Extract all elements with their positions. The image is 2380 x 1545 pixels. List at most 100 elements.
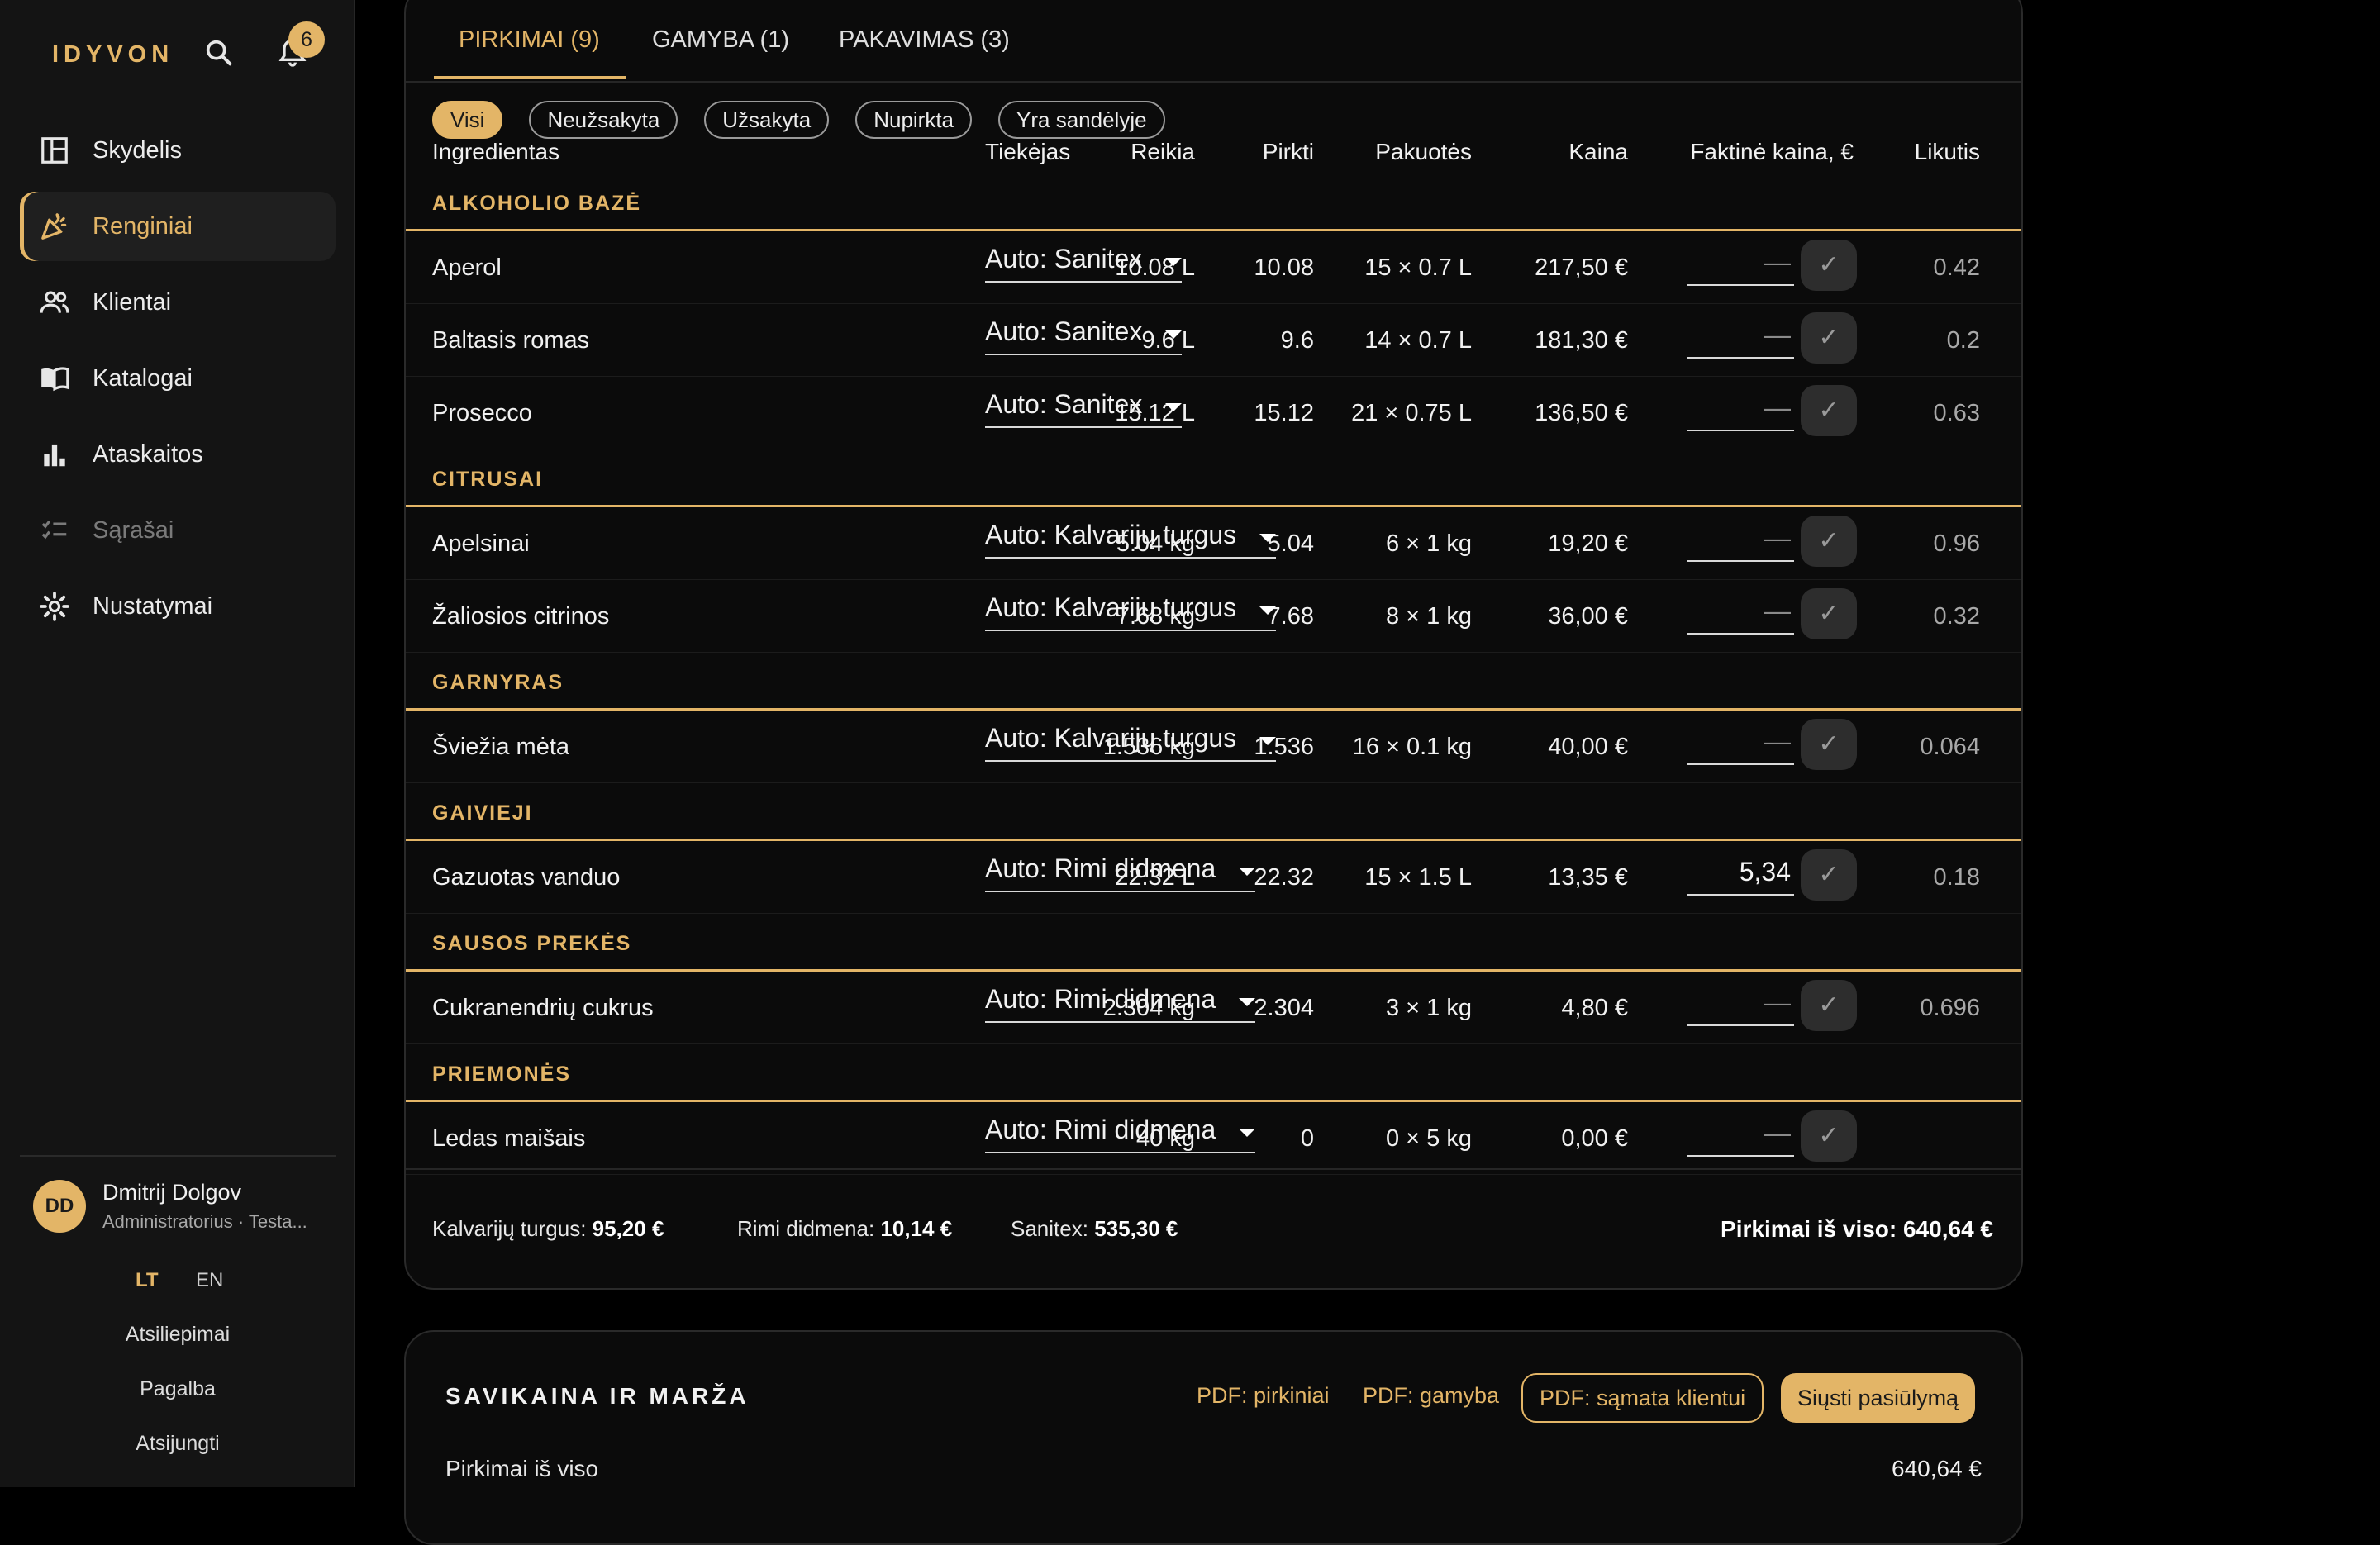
group-header: GARNYRAS — [406, 653, 2021, 711]
actual-price-input[interactable]: — — [1687, 243, 1794, 286]
filter-uzsakyta[interactable]: Užsakyta — [704, 101, 830, 139]
ingredient-name: Šviežia mėta — [432, 734, 570, 760]
buy-amount: 15.12 — [1254, 400, 1314, 426]
confirm-check-icon[interactable]: ✓ — [1801, 240, 1857, 291]
users-icon — [38, 286, 71, 319]
actual-price-input[interactable]: 5,34 — [1687, 853, 1794, 896]
logout-link[interactable]: Atsijungti — [0, 1432, 355, 1456]
actual-price-input[interactable]: — — [1687, 388, 1794, 431]
active-tab-indicator — [434, 76, 626, 79]
group-label: GARNYRAS — [432, 671, 564, 694]
divider — [406, 1168, 2021, 1170]
pdf-purchases-button[interactable]: PDF: pirkiniai — [1197, 1383, 1330, 1409]
supplier-select[interactable]: Auto: Sanitex — [985, 238, 1183, 283]
confirm-check-icon[interactable]: ✓ — [1801, 385, 1857, 436]
sidebar-item-nustatymai[interactable]: Nustatymai — [20, 572, 336, 641]
supplier-value: Auto: Rimi didmena — [985, 984, 1216, 1014]
sidebar-item-katalogai[interactable]: Katalogai — [20, 344, 336, 413]
lang-lt-button[interactable]: LT — [136, 1269, 159, 1292]
rest-amount: 0.96 — [1933, 530, 1980, 557]
supplier-value: Auto: Kalvarijų turgus — [985, 723, 1237, 753]
sidebar-item-ataskaitos[interactable]: Ataskaitos — [20, 420, 336, 489]
pdf-production-button[interactable]: PDF: gamyba — [1363, 1383, 1499, 1409]
supplier-select[interactable]: Auto: Rimi didmena — [985, 1109, 1256, 1153]
header-need[interactable]: Reikia — [1130, 139, 1195, 165]
actual-price-input[interactable]: — — [1687, 316, 1794, 359]
price: 40,00 € — [1548, 734, 1628, 760]
avatar[interactable]: DD — [33, 1180, 86, 1233]
help-link[interactable]: Pagalba — [0, 1377, 355, 1401]
group-header: CITRUSAI — [406, 449, 2021, 507]
supplier-select[interactable]: Auto: Kalvarijų turgus — [985, 717, 1277, 762]
supplier-select[interactable]: Auto: Sanitex — [985, 311, 1183, 355]
table-row: Apelsinai 5.04 kg 5.04 Auto: Kalvarijų t… — [406, 507, 2021, 580]
sidebar: IDYVON 6 Skydelis Renginiai Klientai Kat… — [0, 0, 355, 1487]
tab-pakavimas[interactable]: PAKAVIMAS (3) — [839, 26, 1010, 54]
supplier-select[interactable]: Auto: Rimi didmena — [985, 848, 1256, 892]
header-price[interactable]: Kaina — [1568, 139, 1628, 165]
rest-amount: 0.32 — [1933, 603, 1980, 630]
group-header: GAIVIEJI — [406, 783, 2021, 841]
confirm-check-icon[interactable]: ✓ — [1801, 719, 1857, 770]
actual-price-input[interactable]: — — [1687, 1114, 1794, 1157]
confirm-check-icon[interactable]: ✓ — [1801, 312, 1857, 364]
caret-down-icon — [1165, 330, 1183, 339]
supplier-select[interactable]: Auto: Kalvarijų turgus — [985, 587, 1277, 631]
search-icon[interactable] — [202, 36, 236, 69]
purchases-card: PIRKIMAI (9) GAMYBA (1) PAKAVIMAS (3) Vi… — [404, 0, 2023, 1290]
confirm-check-icon[interactable]: ✓ — [1801, 849, 1857, 901]
header-packs[interactable]: Pakuotės — [1375, 139, 1472, 165]
sidebar-item-renginiai[interactable]: Renginiai — [20, 192, 336, 261]
confirm-check-icon[interactable]: ✓ — [1801, 980, 1857, 1031]
feedback-link[interactable]: Atsiliepimai — [0, 1323, 355, 1347]
ingredient-name: Prosecco — [432, 400, 532, 426]
header-ingredient[interactable]: Ingredientas — [432, 139, 559, 165]
supplier-value: Auto: Sanitex — [985, 316, 1143, 346]
supplier-select[interactable]: Auto: Sanitex — [985, 383, 1183, 428]
user-role: Administratorius · Testa... — [102, 1211, 307, 1232]
supplier-select[interactable]: Auto: Kalvarijų turgus — [985, 514, 1277, 559]
pdf-estimate-button[interactable]: PDF: sąmata klientui — [1521, 1373, 1764, 1423]
supplier-value: Auto: Rimi didmena — [985, 1115, 1216, 1144]
send-offer-button[interactable]: Siųsti pasiūlymą — [1781, 1373, 1976, 1423]
supplier-select[interactable]: Auto: Rimi didmena — [985, 978, 1256, 1023]
group-header: PRIEMONĖS — [406, 1044, 2021, 1102]
filter-nupirkta[interactable]: Nupirkta — [855, 101, 973, 139]
filter-visi[interactable]: Visi — [432, 101, 503, 139]
actual-price-input[interactable]: — — [1687, 722, 1794, 765]
filter-yra-sandelyje[interactable]: Yra sandėlyje — [998, 101, 1165, 139]
sidebar-item-sarasai[interactable]: Sąrašai — [20, 496, 336, 565]
table-row: Cukranendrių cukrus 2.304 kg 2.304 Auto:… — [406, 972, 2021, 1044]
actual-price-input[interactable]: — — [1687, 592, 1794, 635]
confirm-check-icon[interactable]: ✓ — [1801, 516, 1857, 567]
table-row: Žaliosios citrinos 7.68 kg 7.68 Auto: Ka… — [406, 580, 2021, 653]
sidebar-item-skydelis[interactable]: Skydelis — [20, 116, 336, 185]
dashboard-icon — [38, 134, 71, 167]
packs: 6 × 1 kg — [1386, 530, 1472, 557]
table-row: Prosecco 15.12 L 15.12 Auto: Sanitex 21 … — [406, 377, 2021, 449]
header-buy[interactable]: Pirkti — [1263, 139, 1314, 165]
sidebar-item-label: Sąrašai — [93, 516, 174, 544]
brand-logo[interactable]: IDYVON — [52, 41, 174, 69]
header-actual-price[interactable]: Faktinė kaina, € — [1690, 139, 1854, 165]
supplier-value: Auto: Sanitex — [985, 389, 1143, 419]
header-rest[interactable]: Likutis — [1915, 139, 1980, 165]
price: 19,20 € — [1548, 530, 1628, 557]
caret-down-icon — [1239, 998, 1256, 1006]
tab-gamyba[interactable]: GAMYBA (1) — [652, 26, 789, 54]
sidebar-item-klientai[interactable]: Klientai — [20, 268, 336, 337]
confirm-check-icon[interactable]: ✓ — [1801, 1110, 1857, 1162]
tab-pirkimai[interactable]: PIRKIMAI (9) — [459, 26, 600, 54]
sidebar-item-label: Ataskaitos — [93, 440, 203, 468]
actual-price-input[interactable]: — — [1687, 983, 1794, 1026]
rest-amount: 0.696 — [1920, 995, 1980, 1021]
book-icon — [38, 362, 71, 395]
confirm-check-icon[interactable]: ✓ — [1801, 588, 1857, 639]
section-title: SAVIKAINA IR MARŽA — [445, 1383, 750, 1409]
lang-en-button[interactable]: EN — [196, 1269, 223, 1292]
price: 4,80 € — [1561, 995, 1628, 1021]
filter-neuzsakyta[interactable]: Neužsakyta — [529, 101, 678, 139]
actual-price-input[interactable]: — — [1687, 519, 1794, 562]
supplier-value: Auto: Sanitex — [985, 244, 1143, 273]
header-supplier[interactable]: Tiekėjas — [985, 139, 1070, 165]
